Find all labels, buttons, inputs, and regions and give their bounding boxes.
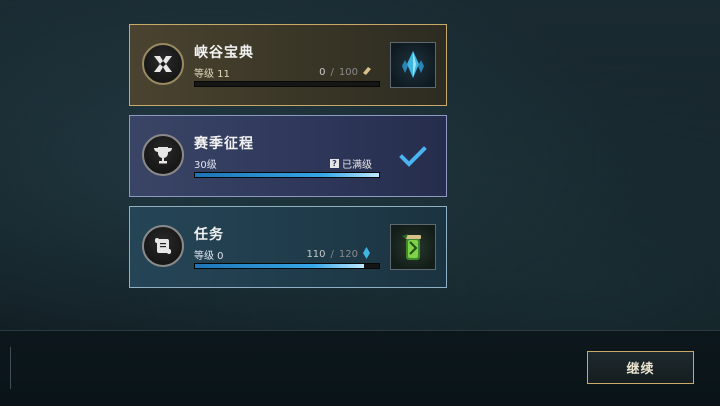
pass-card[interactable]: 峡谷宝典 等级 11 0 / 100 — [129, 24, 447, 106]
season-title: 赛季征程 — [194, 136, 254, 152]
season-progress-fill — [195, 173, 379, 177]
xp-crystal-icon — [361, 247, 372, 262]
crystal-icon[interactable] — [390, 42, 436, 88]
pass-progress-bar — [194, 81, 380, 87]
continue-button[interactable]: 继续 — [587, 351, 694, 384]
ticket-icon — [361, 65, 372, 79]
tasks-title: 任务 — [194, 227, 224, 243]
tasks-progress-sep: / — [330, 249, 334, 260]
tasks-progress-current: 110 — [306, 249, 326, 260]
tasks-card[interactable]: 任务 等级 0 110 / 120 — [129, 206, 447, 288]
x-emblem-icon — [142, 43, 184, 85]
trophy-icon — [142, 134, 184, 176]
season-status: ? 已满级 — [330, 156, 372, 171]
tasks-progress-max: 120 — [338, 249, 358, 260]
pass-progress-text: 0 / 100 — [319, 65, 372, 79]
scroll-icon — [142, 225, 184, 267]
question-icon: ? — [330, 159, 339, 168]
pass-progress-max: 100 — [338, 66, 358, 78]
pass-level: 等级 11 — [194, 69, 230, 80]
pass-progress-sep: / — [330, 66, 334, 78]
tasks-level: 等级 0 — [194, 251, 224, 262]
season-progress-bar — [194, 172, 380, 178]
pass-title: 峡谷宝典 — [194, 45, 254, 61]
season-card[interactable]: 赛季征程 30级 ? 已满级 — [129, 115, 447, 197]
pass-progress-current: 0 — [319, 66, 326, 78]
green-canister-icon[interactable] — [390, 224, 436, 270]
tasks-progress-fill — [195, 264, 364, 268]
tasks-progress-text: 110 / 120 — [306, 247, 372, 262]
season-level: 30级 — [194, 160, 217, 171]
footer-bar: 继续 — [0, 330, 720, 406]
footer-divider — [10, 347, 11, 389]
tasks-progress-bar — [194, 263, 380, 269]
checkmark-icon — [398, 142, 428, 172]
season-status-text: 已满级 — [342, 160, 372, 171]
